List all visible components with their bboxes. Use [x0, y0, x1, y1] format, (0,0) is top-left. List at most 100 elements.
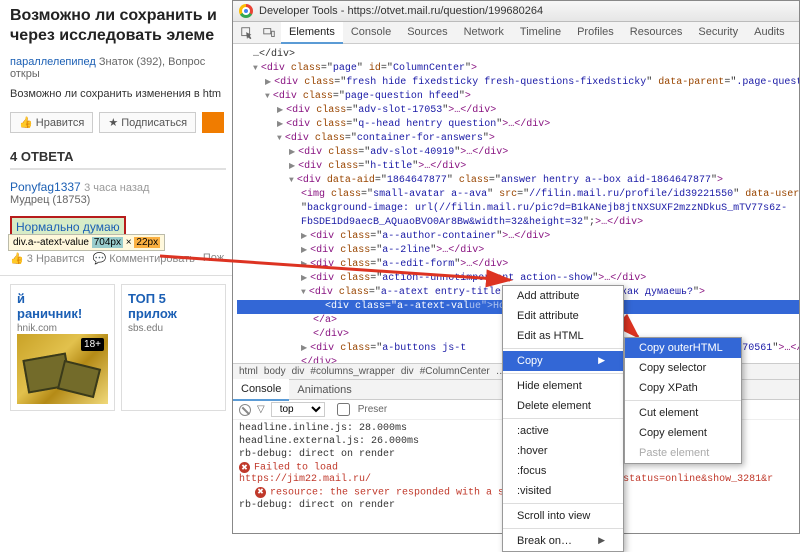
tab-audits[interactable]: Audits	[746, 22, 793, 44]
tab-resources[interactable]: Resources	[622, 22, 691, 44]
answer-report[interactable]: Пож	[203, 252, 224, 265]
dom-line[interactable]: <div class="fresh hide fixedsticky fresh…	[237, 76, 799, 90]
tooltip-selector: div.a--atext-value	[13, 237, 89, 248]
dom-line[interactable]: <div class="a--edit-form">…</div>	[237, 258, 799, 272]
dom-line[interactable]: <div class="action--unnotimportant actio…	[237, 272, 799, 286]
context-menu[interactable]: Add attributeEdit attributeEdit as HTML C…	[502, 285, 624, 552]
devtools-toolbar: ElementsConsoleSourcesNetworkTimelinePro…	[233, 22, 799, 44]
question-meta: параллелепипед Знаток (392), Вопрос откр…	[10, 56, 226, 80]
menu-item[interactable]: Edit as HTML	[503, 326, 623, 346]
subscribe-label: Подписаться	[121, 117, 187, 129]
question-author[interactable]: параллелепипед	[10, 56, 96, 68]
answer-comment[interactable]: 💬 Комментировать	[92, 252, 194, 265]
menu-item[interactable]: Delete element	[503, 396, 623, 416]
devtools-titlebar: Developer Tools - https://otvet.mail.ru/…	[233, 1, 799, 22]
card-2-title: ТОП 5 прилож	[128, 291, 219, 321]
chrome-icon	[239, 4, 253, 18]
crumb[interactable]: body	[264, 366, 286, 377]
menu-item[interactable]: Hide element	[503, 376, 623, 396]
answer-block: Ponyfag1337 3 часа назад Мудрец (18753) …	[10, 180, 226, 265]
tab-profiles[interactable]: Profiles	[569, 22, 622, 44]
crumb[interactable]: #ColumnCenter	[420, 366, 490, 377]
crumb[interactable]: html	[239, 366, 258, 377]
tab-timeline[interactable]: Timeline	[512, 22, 569, 44]
menu-item[interactable]: :focus	[503, 461, 623, 481]
dom-line[interactable]: <div class="adv-slot-40919">…</div>	[237, 146, 799, 160]
drawer-tab-animations[interactable]: Animations	[289, 380, 359, 400]
like-button[interactable]: 👍 Нравится	[10, 112, 93, 133]
card-2[interactable]: ТОП 5 прилож sbs.edu	[121, 284, 226, 411]
menu-item[interactable]: Edit attribute	[503, 306, 623, 326]
menu-item[interactable]: :visited	[503, 481, 623, 501]
dom-line[interactable]: "background-image: url(//filin.mail.ru/p…	[237, 202, 799, 216]
submenu-item[interactable]: Copy XPath	[625, 378, 741, 398]
crumb[interactable]: div	[401, 366, 414, 377]
menu-item[interactable]: Break on…	[503, 531, 623, 551]
dom-line[interactable]: <div class="q--head hentry question">…</…	[237, 118, 799, 132]
inspect-tooltip: div.a--atext-value 704px × 22px	[8, 234, 165, 251]
submenu-item[interactable]: Copy outerHTML	[625, 338, 741, 358]
question-subtitle: Возможно ли сохранить изменения в htm	[10, 88, 226, 100]
submenu-item[interactable]: Copy element	[625, 423, 741, 443]
context-submenu[interactable]: Copy outerHTMLCopy selectorCopy XPath Cut…	[624, 337, 742, 464]
answer-author[interactable]: Ponyfag1337	[10, 180, 81, 194]
dom-line[interactable]: <div class="a--author-container">…</div>	[237, 230, 799, 244]
devtools-title-text: Developer Tools - https://otvet.mail.ru/…	[259, 5, 543, 17]
card-1-photo: 18+	[17, 334, 108, 404]
preserve-checkbox[interactable]	[337, 403, 350, 416]
answers-header: 4 ОТВЕТА	[10, 149, 226, 170]
dom-line[interactable]: <div class="page-question hfeed">	[237, 90, 799, 104]
answer-like[interactable]: 👍 3 Нравится	[10, 252, 84, 265]
subscribe-button[interactable]: ★ Подписаться	[99, 112, 196, 133]
funnel-icon[interactable]: ▽	[257, 404, 265, 415]
cards-row: й раничник! hnik.com 18+ ТОП 5 прилож sb…	[10, 284, 226, 411]
tab-console[interactable]: Console	[343, 22, 399, 44]
dom-line[interactable]: …</div>	[237, 48, 799, 62]
dom-line[interactable]: <div class="a--2line">…</div>	[237, 244, 799, 258]
age-badge: 18+	[81, 338, 104, 351]
preserve-label: Preser	[358, 404, 387, 415]
card-1[interactable]: й раничник! hnik.com 18+	[10, 284, 115, 411]
menu-item[interactable]: :active	[503, 421, 623, 441]
tab-network[interactable]: Network	[456, 22, 512, 44]
tab-security[interactable]: Security	[690, 22, 746, 44]
like-label: Нравится	[36, 117, 85, 129]
question-title: Возможно ли сохранить и через исследоват…	[10, 6, 226, 46]
menu-item[interactable]: Copy	[503, 351, 623, 371]
dom-line[interactable]: <div class="h-title">…</div>	[237, 160, 799, 174]
clear-console-icon[interactable]	[239, 404, 251, 416]
card-2-src: sbs.edu	[128, 323, 219, 334]
tab-sources[interactable]: Sources	[399, 22, 455, 44]
dom-line[interactable]: <div data-aid="1864647877" class="answer…	[237, 174, 799, 188]
submenu-item[interactable]: Copy selector	[625, 358, 741, 378]
answer-time: 3 часа назад	[84, 182, 149, 194]
dom-line[interactable]: <div class="container-for-answers">	[237, 132, 799, 146]
tooltip-height: 22px	[134, 237, 160, 248]
device-icon[interactable]	[259, 24, 279, 42]
dom-line[interactable]: <div class="adv-slot-17053">…</div>	[237, 104, 799, 118]
separator	[0, 275, 234, 276]
submenu-item[interactable]: Paste element	[625, 443, 741, 463]
devtools-tabs: ElementsConsoleSourcesNetworkTimelinePro…	[281, 22, 793, 44]
question-actions: 👍 Нравится ★ Подписаться	[10, 112, 226, 133]
menu-item[interactable]: Add attribute	[503, 286, 623, 306]
menu-item[interactable]: :hover	[503, 441, 623, 461]
dom-line[interactable]: FbSDE1Dd9aecB_AQuaoBVO0Ar8Bw&width=32&he…	[237, 216, 799, 230]
tooltip-width: 704px	[92, 237, 123, 248]
drawer-tab-console[interactable]: Console	[233, 379, 289, 401]
dom-line[interactable]: <img class="small-avatar a--ava" src="//…	[237, 188, 799, 202]
inspect-icon[interactable]	[237, 24, 257, 42]
submenu-item[interactable]: Cut element	[625, 403, 741, 423]
answer-actions: 👍 3 Нравится 💬 Комментировать Пож	[10, 252, 226, 265]
crumb[interactable]: div	[292, 366, 305, 377]
crumb[interactable]: #columns_wrapper	[310, 366, 395, 377]
card-1-src: hnik.com	[17, 323, 108, 334]
webpage-panel: Возможно ли сохранить и через исследоват…	[0, 0, 235, 534]
orange-button[interactable]	[202, 112, 224, 133]
card-1-title: й раничник!	[17, 291, 108, 321]
dom-line[interactable]: <div class="page" id="ColumnCenter">	[237, 62, 799, 76]
menu-item[interactable]: Scroll into view	[503, 506, 623, 526]
tab-elements[interactable]: Elements	[281, 22, 343, 44]
answer-rank: Мудрец (18753)	[10, 194, 226, 206]
context-select[interactable]: top	[271, 402, 325, 417]
